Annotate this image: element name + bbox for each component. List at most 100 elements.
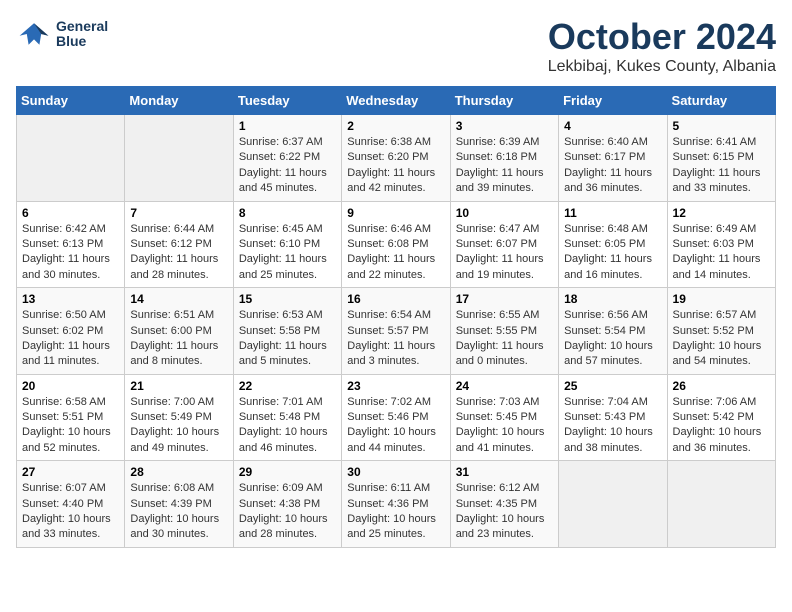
day-number: 16: [347, 292, 444, 306]
day-content: Sunrise: 6:49 AMSunset: 6:03 PMDaylight:…: [673, 222, 770, 284]
calendar-cell: 6 Sunrise: 6:42 AMSunset: 6:13 PMDaylight…: [17, 201, 125, 288]
calendar-cell: 17 Sunrise: 6:55 AMSunset: 5:55 PMDayligh…: [450, 288, 558, 375]
calendar-week-row: 1Sunrise: 6:37 AMSunset: 6:22 PMDaylight…: [17, 115, 776, 202]
calendar-cell: 10 Sunrise: 6:47 AMSunset: 6:07 PMDayligh…: [450, 201, 558, 288]
day-content: Sunrise: 6:58 AMSunset: 5:51 PMDaylight:…: [22, 395, 119, 457]
calendar-cell: 23 Sunrise: 7:02 AMSunset: 5:46 PMDayligh…: [342, 374, 450, 461]
weekday-header-saturday: Saturday: [667, 87, 775, 115]
calendar-week-row: 6 Sunrise: 6:42 AMSunset: 6:13 PMDaylight…: [17, 201, 776, 288]
calendar-cell: 20 Sunrise: 6:58 AMSunset: 5:51 PMDayligh…: [17, 374, 125, 461]
day-content: Sunrise: 6:55 AMSunset: 5:55 PMDaylight:…: [456, 308, 553, 370]
calendar-week-row: 13 Sunrise: 6:50 AMSunset: 6:02 PMDayligh…: [17, 288, 776, 375]
calendar-cell: [559, 461, 667, 548]
calendar-cell: [125, 115, 233, 202]
day-number: 24: [456, 379, 553, 393]
day-number: 25: [564, 379, 661, 393]
calendar-week-row: 20 Sunrise: 6:58 AMSunset: 5:51 PMDayligh…: [17, 374, 776, 461]
day-number: 2: [347, 119, 444, 133]
day-number: 3: [456, 119, 553, 133]
day-number: 17: [456, 292, 553, 306]
day-content: Sunrise: 7:02 AMSunset: 5:46 PMDaylight:…: [347, 395, 444, 457]
day-number: 28: [130, 465, 227, 479]
day-number: 7: [130, 206, 227, 220]
day-number: 15: [239, 292, 336, 306]
day-content: Sunrise: 6:42 AMSunset: 6:13 PMDaylight:…: [22, 222, 119, 284]
day-content: Sunrise: 6:54 AMSunset: 5:57 PMDaylight:…: [347, 308, 444, 370]
day-number: 19: [673, 292, 770, 306]
day-number: 29: [239, 465, 336, 479]
calendar-cell: 18 Sunrise: 6:56 AMSunset: 5:54 PMDayligh…: [559, 288, 667, 375]
day-content: Sunrise: 6:57 AMSunset: 5:52 PMDaylight:…: [673, 308, 770, 370]
day-content: Sunrise: 6:08 AMSunset: 4:39 PMDaylight:…: [130, 481, 227, 543]
calendar-cell: 1Sunrise: 6:37 AMSunset: 6:22 PMDaylight…: [233, 115, 341, 202]
calendar-cell: 26 Sunrise: 7:06 AMSunset: 5:42 PMDayligh…: [667, 374, 775, 461]
day-content: Sunrise: 6:44 AMSunset: 6:12 PMDaylight:…: [130, 222, 227, 284]
day-number: 4: [564, 119, 661, 133]
day-number: 21: [130, 379, 227, 393]
day-number: 6: [22, 206, 119, 220]
day-number: 30: [347, 465, 444, 479]
logo-icon: [16, 16, 52, 52]
day-content: Sunrise: 6:46 AMSunset: 6:08 PMDaylight:…: [347, 222, 444, 284]
day-content: Sunrise: 7:03 AMSunset: 5:45 PMDaylight:…: [456, 395, 553, 457]
calendar-cell: 24 Sunrise: 7:03 AMSunset: 5:45 PMDayligh…: [450, 374, 558, 461]
calendar-cell: 11Sunrise: 6:48 AMSunset: 6:05 PMDayligh…: [559, 201, 667, 288]
calendar-cell: 27 Sunrise: 6:07 AMSunset: 4:40 PMDayligh…: [17, 461, 125, 548]
day-content: Sunrise: 6:38 AMSunset: 6:20 PMDaylight:…: [347, 135, 444, 197]
day-content: Sunrise: 6:12 AMSunset: 4:35 PMDaylight:…: [456, 481, 553, 543]
day-content: Sunrise: 6:41 AMSunset: 6:15 PMDaylight:…: [673, 135, 770, 197]
day-number: 8: [239, 206, 336, 220]
calendar-cell: [17, 115, 125, 202]
calendar-title: October 2024: [548, 16, 776, 58]
calendar-cell: 4 Sunrise: 6:40 AMSunset: 6:17 PMDaylight…: [559, 115, 667, 202]
day-number: 1: [239, 119, 336, 133]
calendar-cell: 12 Sunrise: 6:49 AMSunset: 6:03 PMDayligh…: [667, 201, 775, 288]
day-content: Sunrise: 6:51 AMSunset: 6:00 PMDaylight:…: [130, 308, 227, 370]
calendar-table: SundayMondayTuesdayWednesdayThursdayFrid…: [16, 86, 776, 548]
day-content: Sunrise: 6:11 AMSunset: 4:36 PMDaylight:…: [347, 481, 444, 543]
day-content: Sunrise: 6:40 AMSunset: 6:17 PMDaylight:…: [564, 135, 661, 197]
day-content: Sunrise: 6:56 AMSunset: 5:54 PMDaylight:…: [564, 308, 661, 370]
calendar-cell: 16 Sunrise: 6:54 AMSunset: 5:57 PMDayligh…: [342, 288, 450, 375]
day-number: 9: [347, 206, 444, 220]
day-number: 12: [673, 206, 770, 220]
day-content: Sunrise: 6:53 AMSunset: 5:58 PMDaylight:…: [239, 308, 336, 370]
day-content: Sunrise: 7:04 AMSunset: 5:43 PMDaylight:…: [564, 395, 661, 457]
day-number: 27: [22, 465, 119, 479]
weekday-header-sunday: Sunday: [17, 87, 125, 115]
day-number: 13: [22, 292, 119, 306]
day-number: 26: [673, 379, 770, 393]
calendar-cell: 8Sunrise: 6:45 AMSunset: 6:10 PMDaylight…: [233, 201, 341, 288]
day-number: 10: [456, 206, 553, 220]
calendar-cell: 30 Sunrise: 6:11 AMSunset: 4:36 PMDayligh…: [342, 461, 450, 548]
calendar-cell: 5 Sunrise: 6:41 AMSunset: 6:15 PMDaylight…: [667, 115, 775, 202]
day-number: 5: [673, 119, 770, 133]
day-content: Sunrise: 6:09 AMSunset: 4:38 PMDaylight:…: [239, 481, 336, 543]
calendar-cell: 21 Sunrise: 7:00 AMSunset: 5:49 PMDayligh…: [125, 374, 233, 461]
day-number: 14: [130, 292, 227, 306]
calendar-cell: 29 Sunrise: 6:09 AMSunset: 4:38 PMDayligh…: [233, 461, 341, 548]
weekday-header-row: SundayMondayTuesdayWednesdayThursdayFrid…: [17, 87, 776, 115]
day-number: 20: [22, 379, 119, 393]
day-number: 18: [564, 292, 661, 306]
day-content: Sunrise: 6:39 AMSunset: 6:18 PMDaylight:…: [456, 135, 553, 197]
calendar-cell: [667, 461, 775, 548]
day-content: Sunrise: 7:06 AMSunset: 5:42 PMDaylight:…: [673, 395, 770, 457]
calendar-subtitle: Lekbibaj, Kukes County, Albania: [548, 58, 776, 76]
calendar-cell: 22Sunrise: 7:01 AMSunset: 5:48 PMDayligh…: [233, 374, 341, 461]
day-content: Sunrise: 7:00 AMSunset: 5:49 PMDaylight:…: [130, 395, 227, 457]
day-content: Sunrise: 6:50 AMSunset: 6:02 PMDaylight:…: [22, 308, 119, 370]
calendar-cell: 2 Sunrise: 6:38 AMSunset: 6:20 PMDaylight…: [342, 115, 450, 202]
calendar-cell: 9 Sunrise: 6:46 AMSunset: 6:08 PMDaylight…: [342, 201, 450, 288]
day-number: 22: [239, 379, 336, 393]
calendar-cell: 19 Sunrise: 6:57 AMSunset: 5:52 PMDayligh…: [667, 288, 775, 375]
weekday-header-wednesday: Wednesday: [342, 87, 450, 115]
day-content: Sunrise: 6:47 AMSunset: 6:07 PMDaylight:…: [456, 222, 553, 284]
weekday-header-monday: Monday: [125, 87, 233, 115]
weekday-header-friday: Friday: [559, 87, 667, 115]
logo: General Blue: [16, 16, 108, 52]
title-block: October 2024 Lekbibaj, Kukes County, Alb…: [548, 16, 776, 76]
day-number: 31: [456, 465, 553, 479]
day-number: 23: [347, 379, 444, 393]
day-content: Sunrise: 6:07 AMSunset: 4:40 PMDaylight:…: [22, 481, 119, 543]
